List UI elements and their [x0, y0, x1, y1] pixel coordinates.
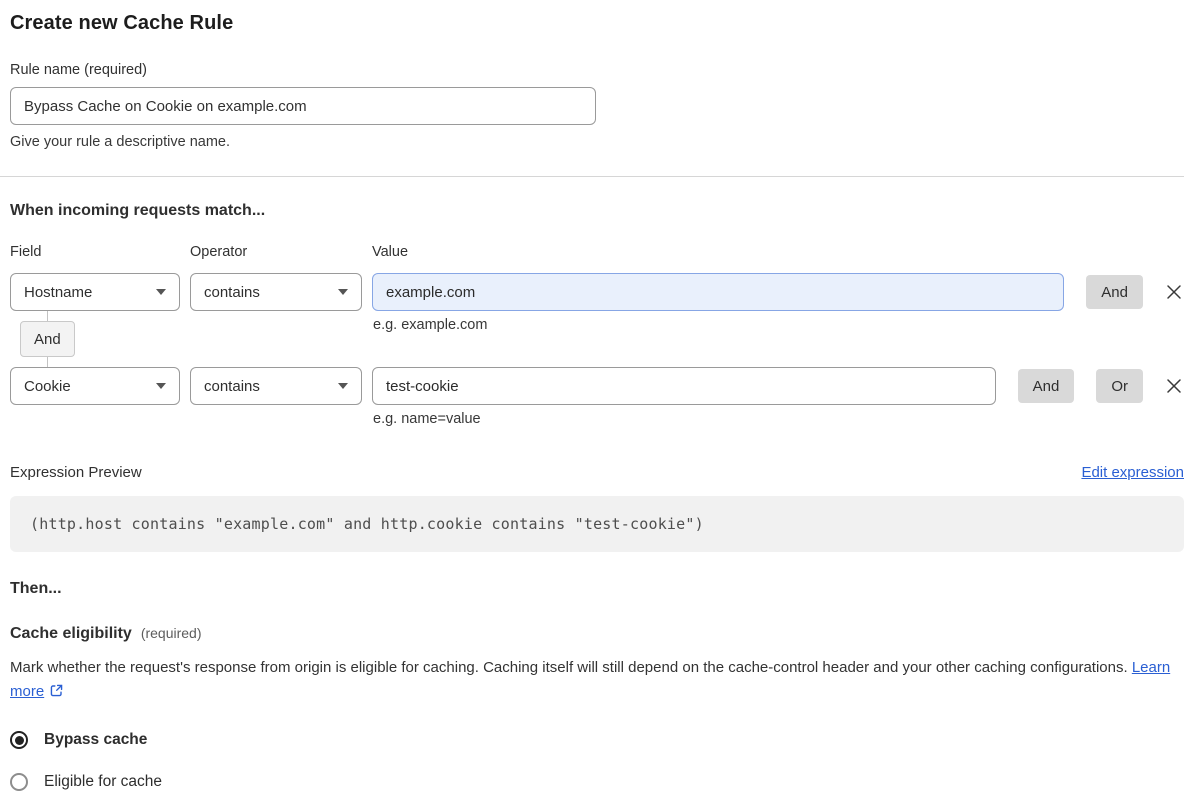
remove-row-button[interactable] — [1164, 282, 1184, 302]
connector-and-button[interactable]: And — [20, 321, 75, 357]
match-row: Cookie contains e.g. name=value And Or — [10, 367, 1184, 427]
add-and-button[interactable]: And — [1017, 369, 1075, 403]
match-row: Hostname contains e.g. example.com And — [10, 273, 1184, 333]
chevron-down-icon — [156, 289, 166, 295]
section-divider — [0, 176, 1184, 177]
required-note: (required) — [140, 625, 202, 641]
external-link-icon — [49, 682, 64, 706]
field-select[interactable]: Hostname — [10, 273, 180, 311]
close-icon — [1167, 379, 1181, 393]
and-connector: And — [10, 311, 75, 367]
description-text: Mark whether the request's response from… — [10, 659, 1128, 676]
operator-select-value: contains — [204, 283, 260, 301]
rule-name-input[interactable] — [10, 87, 596, 125]
remove-row-button[interactable] — [1164, 376, 1184, 396]
radio-option-bypass-cache[interactable]: Bypass cache — [10, 731, 1184, 749]
radio-unselected-icon[interactable] — [10, 773, 28, 791]
value-hint: e.g. example.com — [373, 317, 488, 333]
value-input[interactable] — [372, 273, 1065, 311]
value-column-label: Value — [372, 244, 409, 260]
add-or-button[interactable]: Or — [1096, 369, 1143, 403]
value-input[interactable] — [372, 367, 996, 405]
connector-line — [47, 357, 48, 367]
row-controls: And — [1074, 275, 1184, 309]
cache-eligibility-description: Mark whether the request's response from… — [10, 656, 1184, 706]
row-controls: And Or — [1006, 369, 1184, 403]
expression-code: (http.host contains "example.com" and ht… — [10, 496, 1184, 552]
cache-eligibility-heading: Cache eligibility — [10, 625, 132, 642]
rule-name-label: Rule name (required) — [10, 62, 148, 78]
rule-name-help: Give your rule a descriptive name. — [10, 134, 231, 150]
field-select-value: Cookie — [24, 377, 71, 395]
expression-preview-label: Expression Preview — [10, 464, 142, 481]
field-column-label: Field — [10, 244, 42, 260]
value-field-wrap: e.g. example.com — [372, 273, 1065, 333]
chevron-down-icon — [338, 289, 348, 295]
radio-option-eligible-for-cache[interactable]: Eligible for cache — [10, 773, 1184, 791]
page-title: Create new Cache Rule — [10, 12, 234, 34]
operator-column-label: Operator — [190, 244, 248, 260]
columns-header: Field Operator Value — [10, 244, 1184, 260]
chevron-down-icon — [156, 383, 166, 389]
add-and-button[interactable]: And — [1086, 275, 1143, 309]
operator-select[interactable]: contains — [190, 367, 362, 405]
operator-select[interactable]: contains — [190, 273, 362, 311]
connector-line — [47, 311, 48, 321]
field-select-value: Hostname — [24, 283, 93, 301]
radio-selected-icon[interactable] — [10, 731, 28, 749]
then-heading: Then... — [10, 580, 62, 597]
close-icon — [1167, 285, 1181, 299]
expression-header: Expression Preview Edit expression — [10, 464, 1184, 481]
match-heading: When incoming requests match... — [10, 202, 266, 219]
value-field-wrap: e.g. name=value — [372, 367, 996, 427]
edit-expression-link[interactable]: Edit expression — [1081, 464, 1184, 481]
operator-select-value: contains — [204, 377, 260, 395]
radio-label: Eligible for cache — [44, 773, 163, 790]
chevron-down-icon — [338, 383, 348, 389]
value-hint: e.g. name=value — [373, 411, 481, 427]
cache-eligibility-heading-row: Cache eligibility (required) — [10, 625, 1184, 643]
field-select[interactable]: Cookie — [10, 367, 180, 405]
radio-label: Bypass cache — [44, 731, 148, 748]
